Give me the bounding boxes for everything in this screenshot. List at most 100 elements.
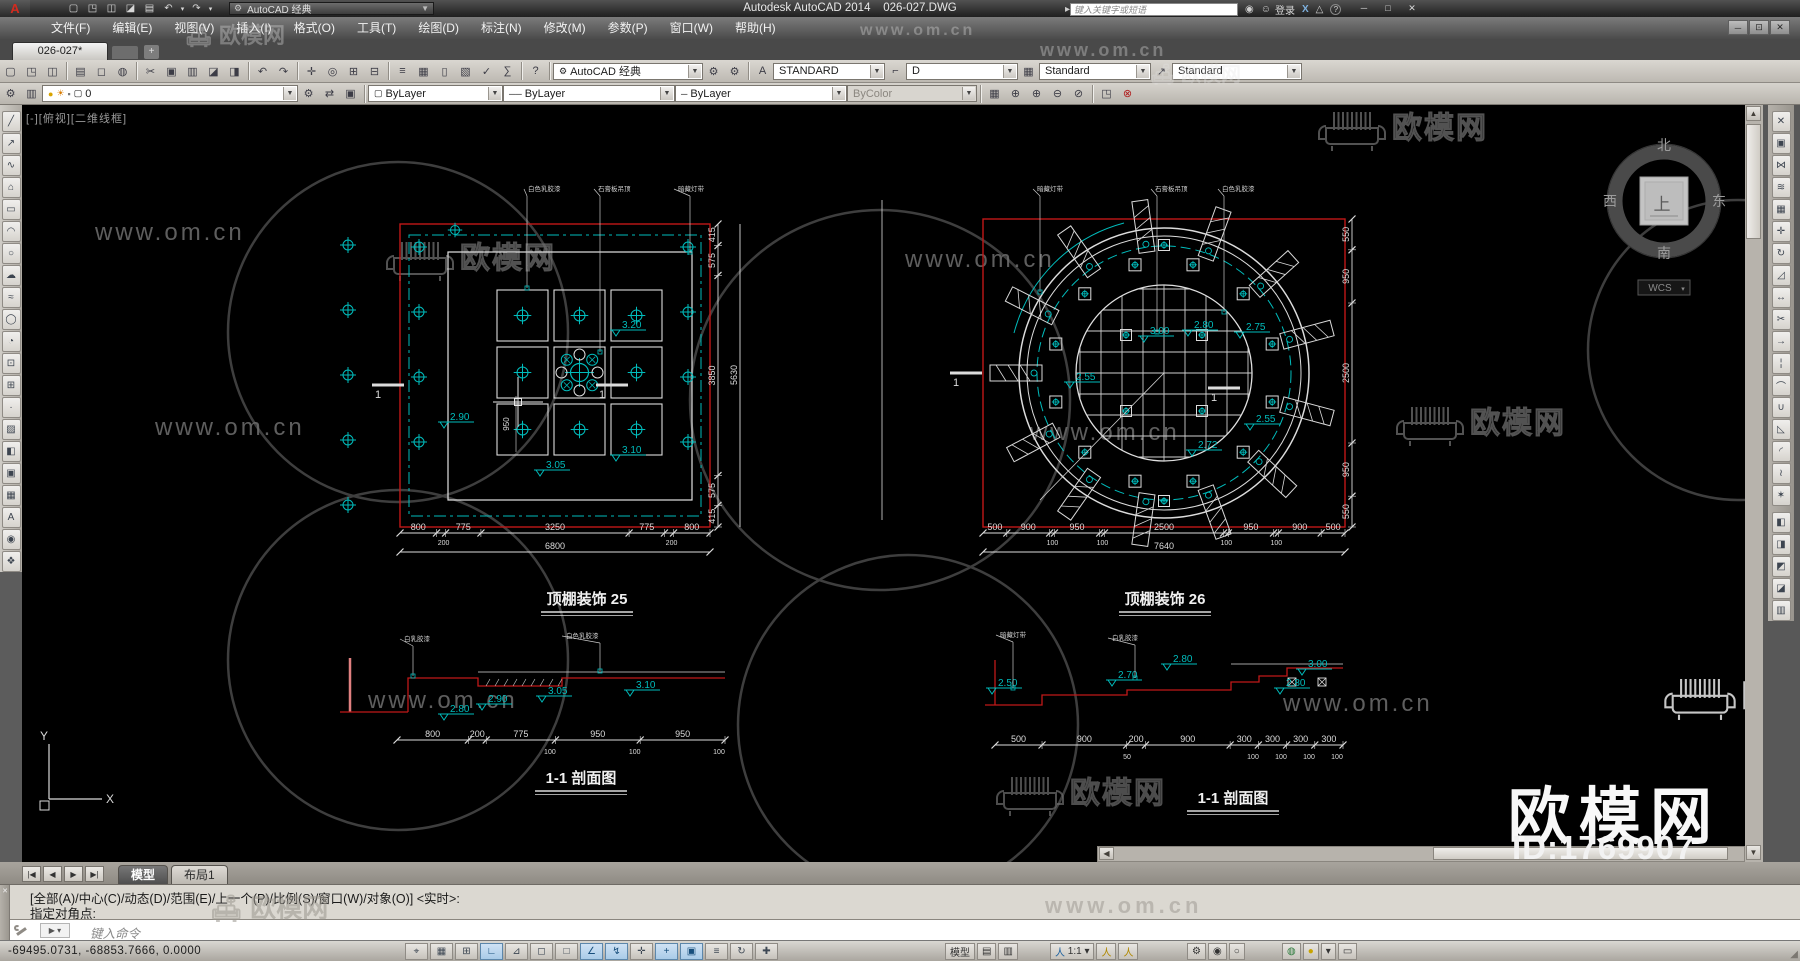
preview-icon[interactable]: ◻ [92, 62, 112, 80]
chevron-down-icon[interactable]: ▼ [1136, 64, 1149, 78]
fillet-icon[interactable]: ◜ [1771, 441, 1791, 462]
bring-above-icon[interactable]: ◩ [1771, 556, 1791, 577]
save-icon[interactable]: ◫ [102, 1, 121, 16]
addselected-icon[interactable]: ◉ [1, 529, 21, 550]
command-prompt-button[interactable]: ▶ ▾ [40, 923, 70, 938]
menu-4[interactable]: 格式(O) [283, 17, 346, 39]
match-layer-icon[interactable]: ⇄ [320, 85, 340, 103]
lineweight-icon[interactable]: ▣ [680, 943, 703, 960]
chevron-down-icon[interactable]: ▼ [870, 64, 883, 78]
menu-8[interactable]: 修改(M) [533, 17, 597, 39]
extend-icon[interactable]: → [1771, 331, 1791, 352]
ellipse-arc-icon[interactable]: ◔ [1, 331, 21, 352]
quickcalc-icon[interactable]: ∑ [498, 62, 518, 80]
box-icon[interactable]: ◳ [1097, 85, 1117, 103]
scale-icon[interactable]: ◿ [1771, 265, 1791, 286]
properties-icon[interactable]: ≡ [393, 62, 413, 80]
table-icon[interactable]: ▦ [1, 485, 21, 506]
hatch-icon[interactable]: ▨ [1, 419, 21, 440]
plotstyle-combo[interactable]: ByColor ▼ [847, 85, 977, 102]
user-icon[interactable]: ☺ [1261, 4, 1271, 15]
workspace-settings-icon[interactable]: ⚙ [704, 62, 724, 80]
menu-10[interactable]: 窗口(W) [659, 17, 724, 39]
save-as-icon[interactable]: ◪ [121, 1, 140, 16]
workspace-gear-icon[interactable]: ⚙ [1187, 943, 1206, 960]
vertical-scrollbar[interactable]: ▲ ▼ [1745, 105, 1763, 862]
mleader-style-icon[interactable]: ↗ [1152, 62, 1172, 80]
chevron-down-icon[interactable]: ▼ [962, 87, 975, 100]
doc-minimize-icon[interactable]: ─ [1728, 20, 1748, 35]
polygon-icon[interactable]: ⌂ [1, 177, 21, 198]
menu-7[interactable]: 标注(N) [470, 17, 533, 39]
crosshair-icon[interactable]: + [655, 943, 678, 960]
scroll-down-icon[interactable]: ▼ [1746, 845, 1761, 860]
xline-icon[interactable]: ↗ [1, 133, 21, 154]
move-icon[interactable]: ✛ [1771, 221, 1791, 242]
zoom-realtime-icon[interactable]: ◎ [323, 62, 343, 80]
snap-icon[interactable]: ▦ [430, 943, 453, 960]
chevron-down-icon[interactable]: ▼ [283, 87, 296, 100]
menu-1[interactable]: 编辑(E) [101, 17, 163, 39]
insert-block-icon[interactable]: ⊡ [1, 353, 21, 374]
new-tab-button[interactable]: + [144, 45, 159, 59]
mtext-icon[interactable]: A [1, 507, 21, 528]
cleanscreen-icon[interactable]: ▭ [1337, 943, 1358, 960]
wrench-icon[interactable] [14, 924, 28, 938]
mirror-icon[interactable]: ⋈ [1771, 155, 1791, 176]
file-tab[interactable]: 026-027* [12, 42, 108, 60]
menu-11[interactable]: 帮助(H) [724, 17, 787, 39]
command-input[interactable]: ▶ ▾ 键入命令 [10, 919, 1800, 941]
text-style-icon[interactable]: A [753, 62, 773, 80]
maximize-icon[interactable]: □ [1376, 1, 1400, 15]
binoculars-icon[interactable]: ◉ [1245, 4, 1254, 15]
chevron-down-icon[interactable]: ▼ [1003, 64, 1016, 78]
exchange-icon[interactable]: X [1302, 4, 1309, 15]
annot-vis-icon[interactable]: 人 [1118, 943, 1139, 960]
zoom-window-icon[interactable]: ⊞ [344, 62, 364, 80]
open-folder-icon[interactable]: ◳ [83, 1, 102, 16]
group2-icon[interactable]: ❖ [1, 551, 21, 572]
osnap3d-icon[interactable]: □ [555, 943, 578, 960]
vertical-scroll-thumb[interactable] [1746, 124, 1761, 239]
help-icon[interactable]: ? [1330, 4, 1342, 15]
group-off-icon[interactable]: ⊘ [1069, 85, 1089, 103]
menu-2[interactable]: 视图(V) [163, 17, 225, 39]
model-space-button[interactable]: 模型 [945, 943, 975, 960]
osnap-icon[interactable]: ◻ [530, 943, 553, 960]
layout-icon[interactable]: ▤ [977, 943, 997, 960]
offset-icon[interactable]: ≋ [1771, 177, 1791, 198]
chevron-down-icon[interactable]: ▼ [688, 64, 701, 78]
resize-grip-icon[interactable]: ◢ [1790, 949, 1798, 960]
ungroup-icon[interactable]: ⊕ [1006, 85, 1026, 103]
a360-icon[interactable]: △ [1316, 4, 1324, 15]
join-icon[interactable]: ∪ [1771, 397, 1791, 418]
make-current-icon[interactable]: ⚙ [299, 85, 319, 103]
infer-constraints-icon[interactable]: ⌖ [405, 943, 428, 960]
menu-5[interactable]: 工具(T) [346, 17, 407, 39]
doc-close-icon[interactable]: ✕ [1770, 20, 1790, 35]
arc-icon[interactable]: ◠ [1, 221, 21, 242]
markup-icon[interactable]: ✓ [477, 62, 497, 80]
break-point-icon[interactable]: ¦ [1771, 353, 1791, 374]
quickprop-icon[interactable]: ✚ [755, 943, 778, 960]
close-icon[interactable]: ✕ [1400, 1, 1424, 15]
viewport-controls-label[interactable]: [-][俯视][二维线框] [26, 110, 127, 126]
layout-preview-icon[interactable]: ▥ [998, 943, 1018, 960]
group-remove-icon[interactable]: ⊖ [1048, 85, 1068, 103]
help-icon[interactable]: ? [526, 62, 546, 80]
horizontal-scrollbar[interactable]: ◀ [1097, 846, 1745, 862]
zoom-previous-icon[interactable]: ⊟ [365, 62, 385, 80]
spline-icon[interactable]: ≈ [1, 287, 21, 308]
performance-globe-icon[interactable]: ◍ [1282, 943, 1301, 960]
copy-icon[interactable]: ▣ [162, 62, 182, 80]
workspace-save-icon[interactable]: ⚙ [725, 62, 745, 80]
menu-0[interactable]: 文件(F) [40, 17, 101, 39]
layout-nav-1[interactable]: ◀ [43, 866, 62, 882]
trim-icon[interactable]: ✂ [1771, 309, 1791, 330]
color-combo[interactable]: ▢ ByLayer ▼ [368, 85, 503, 102]
chevron-down-icon[interactable]: ▼ [832, 87, 845, 100]
blockeditor-icon[interactable]: ◨ [225, 62, 245, 80]
signin-label[interactable]: 登录 [1275, 2, 1295, 17]
undo-icon[interactable]: ↶ [253, 62, 273, 80]
chevron-down-icon[interactable]: ▼ [1287, 64, 1300, 78]
